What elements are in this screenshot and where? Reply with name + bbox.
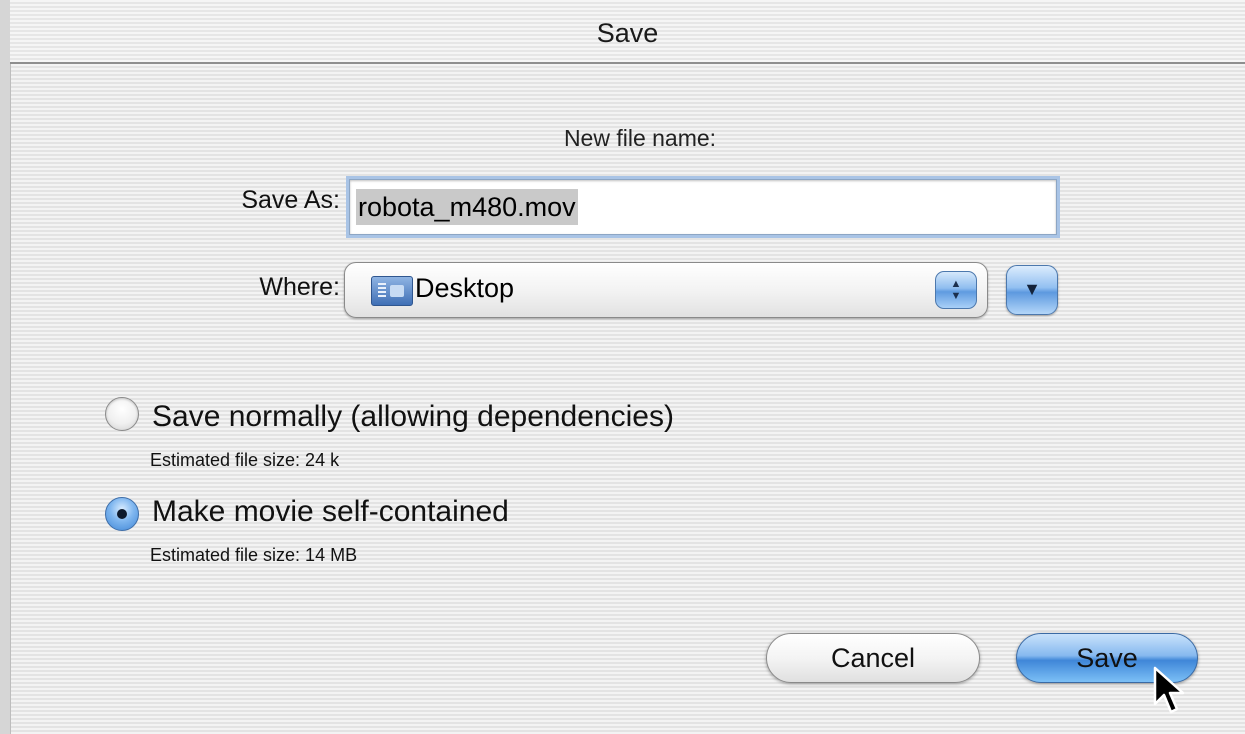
desktop-folder-icon [371, 276, 413, 306]
new-file-name-label: New file name: [563, 125, 717, 151]
chevron-down-icon: ▼ [1023, 279, 1041, 299]
self-contained-label[interactable]: Make movie self-contained [152, 495, 509, 529]
save-as-value: robota_m480.mov [356, 189, 578, 225]
self-contained-size: Estimated file size: 14 MB [150, 545, 358, 565]
save-as-label: Save As: [241, 186, 340, 214]
expand-browser-button[interactable]: ▼ [1006, 265, 1058, 315]
self-contained-radio[interactable] [105, 497, 139, 531]
title-bar[interactable]: Save [10, 0, 1245, 64]
save-normally-radio[interactable] [105, 397, 139, 431]
where-value: Desktop [415, 273, 515, 303]
save-dialog: Save New file name: Save As: robota_m480… [0, 0, 1245, 734]
save-normally-size: Estimated file size: 24 k [150, 450, 340, 470]
save-normally-label[interactable]: Save normally (allowing dependencies) [152, 400, 674, 434]
up-down-stepper-icon: ▲ ▼ [935, 271, 977, 309]
mouse-pointer-icon [1153, 666, 1185, 714]
radio-selected-dot [117, 509, 127, 519]
save-as-input[interactable]: robota_m480.mov [349, 179, 1057, 235]
dialog-title: Save [596, 18, 659, 48]
window-edge [0, 0, 11, 734]
where-popup-menu[interactable]: Desktop ▲ ▼ [344, 262, 988, 318]
where-label: Where: [259, 273, 340, 301]
cancel-button[interactable]: Cancel [766, 633, 980, 683]
